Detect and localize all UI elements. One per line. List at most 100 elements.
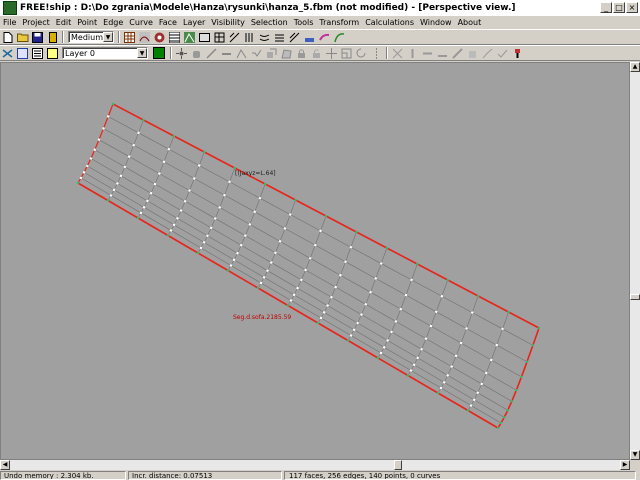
- control-point[interactable]: [296, 286, 299, 290]
- control-point[interactable]: [289, 299, 293, 302]
- control-point[interactable]: [233, 166, 236, 170]
- mesh-edge[interactable]: [117, 183, 148, 202]
- mesh-edge[interactable]: [380, 247, 388, 264]
- control-point[interactable]: [209, 226, 213, 230]
- hydro-features-icon[interactable]: [303, 31, 316, 44]
- control-point[interactable]: [139, 211, 143, 215]
- control-point[interactable]: [300, 278, 303, 282]
- control-point[interactable]: [223, 193, 226, 197]
- mesh-edge[interactable]: [491, 359, 522, 378]
- control-point[interactable]: [496, 426, 500, 430]
- mesh-edge[interactable]: [249, 224, 281, 242]
- control-point[interactable]: [258, 196, 262, 200]
- control-point[interactable]: [153, 182, 157, 186]
- control-point[interactable]: [499, 421, 503, 425]
- mesh-edge[interactable]: [381, 263, 412, 281]
- mesh-edge[interactable]: [154, 173, 160, 185]
- control-point[interactable]: [274, 251, 277, 254]
- hand-icon[interactable]: [190, 47, 203, 60]
- mesh-edge[interactable]: [490, 345, 498, 361]
- mesh-edge[interactable]: [254, 211, 286, 229]
- sheer-edge[interactable]: [416, 263, 449, 281]
- control-point[interactable]: [334, 285, 337, 289]
- control-point[interactable]: [79, 176, 83, 180]
- mesh-edge[interactable]: [163, 161, 195, 179]
- mesh-edge[interactable]: [289, 199, 296, 215]
- control-point[interactable]: [454, 354, 458, 358]
- zebra-icon[interactable]: [168, 31, 181, 44]
- control-point[interactable]: [292, 293, 296, 297]
- mesh-edge[interactable]: [400, 308, 432, 327]
- mesh-edge[interactable]: [305, 269, 336, 288]
- control-point[interactable]: [349, 246, 353, 249]
- control-point[interactable]: [506, 409, 509, 412]
- stations-icon[interactable]: [243, 31, 256, 44]
- control-point[interactable]: [253, 210, 256, 214]
- mesh-edge[interactable]: [133, 144, 165, 163]
- mesh-edge[interactable]: [147, 193, 152, 202]
- control-point[interactable]: [446, 374, 449, 377]
- control-point[interactable]: [116, 182, 119, 185]
- sheer-edge[interactable]: [508, 311, 540, 329]
- control-point[interactable]: [339, 274, 342, 277]
- control-point[interactable]: [270, 261, 273, 264]
- mesh-edge[interactable]: [94, 149, 126, 168]
- control-point[interactable]: [197, 164, 201, 167]
- control-point[interactable]: [349, 334, 353, 337]
- control-point[interactable]: [480, 382, 483, 386]
- mesh-edge[interactable]: [375, 278, 407, 296]
- control-point[interactable]: [316, 321, 320, 325]
- mesh-edge[interactable]: [224, 194, 255, 213]
- perspective-viewport[interactable]: [(Jaxyz=L.64] Seg.d.sofa.2185.59: [0, 62, 630, 460]
- new-point-icon[interactable]: [175, 47, 188, 60]
- mesh-edge[interactable]: [189, 190, 220, 208]
- curve-icon[interactable]: [333, 31, 346, 44]
- mesh-edge[interactable]: [143, 207, 175, 226]
- control-point[interactable]: [330, 296, 333, 299]
- control-point[interactable]: [531, 344, 535, 347]
- mesh-edge[interactable]: [451, 355, 457, 367]
- bow-edge[interactable]: [86, 158, 92, 167]
- control-point[interactable]: [127, 155, 131, 158]
- control-point[interactable]: [424, 337, 428, 340]
- control-point[interactable]: [515, 388, 518, 392]
- mesh-edge[interactable]: [301, 269, 306, 281]
- mesh-edge[interactable]: [297, 287, 328, 306]
- mesh-edge[interactable]: [340, 274, 371, 293]
- sheer-edge[interactable]: [386, 247, 418, 265]
- control-point[interactable]: [142, 118, 145, 122]
- control-point[interactable]: [97, 138, 101, 141]
- control-point[interactable]: [179, 209, 183, 212]
- split-edge-icon[interactable]: [205, 47, 218, 60]
- control-point[interactable]: [356, 321, 359, 325]
- horizontal-scroll-thumb[interactable]: [394, 460, 402, 470]
- control-point[interactable]: [146, 199, 149, 203]
- mesh-edge[interactable]: [293, 294, 325, 313]
- control-point[interactable]: [214, 217, 217, 220]
- control-point[interactable]: [123, 165, 127, 169]
- mesh-edge[interactable]: [391, 331, 422, 350]
- mesh-edge[interactable]: [279, 241, 311, 259]
- mesh-edge[interactable]: [361, 304, 367, 315]
- control-point[interactable]: [352, 328, 356, 332]
- mesh-edge[interactable]: [447, 366, 452, 376]
- menu-tools[interactable]: Tools: [291, 18, 317, 27]
- mesh-edge[interactable]: [184, 190, 190, 202]
- control-point[interactable]: [109, 194, 113, 197]
- control-point[interactable]: [309, 257, 312, 260]
- scroll-left-button[interactable]: ◀: [0, 460, 10, 470]
- mesh-edge[interactable]: [297, 279, 302, 289]
- mesh-edge[interactable]: [425, 325, 432, 339]
- keel-edge[interactable]: [347, 339, 379, 359]
- control-point[interactable]: [137, 131, 140, 135]
- buttocks-icon[interactable]: [258, 31, 271, 44]
- control-point[interactable]: [420, 348, 423, 351]
- horizontal-scrollbar[interactable]: ◀ ▶: [0, 460, 630, 470]
- mesh-edge[interactable]: [173, 224, 205, 243]
- check-icon[interactable]: [496, 47, 509, 60]
- mesh-edge[interactable]: [210, 218, 216, 229]
- add-station-icon[interactable]: [406, 47, 419, 60]
- mesh-edge[interactable]: [345, 261, 376, 279]
- control-point[interactable]: [162, 160, 166, 164]
- sheer-edge[interactable]: [477, 295, 509, 313]
